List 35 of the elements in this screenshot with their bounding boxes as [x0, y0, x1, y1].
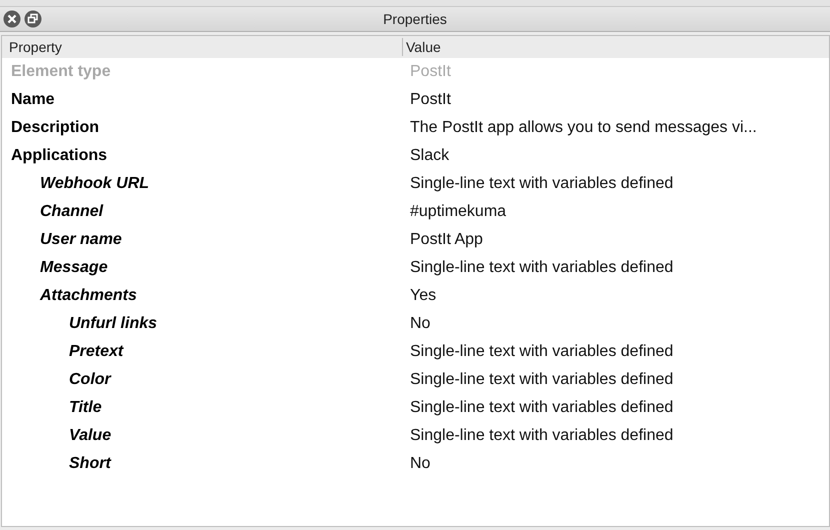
window-title: Properties: [383, 11, 447, 27]
property-value: Single-line text with variables defined: [409, 427, 674, 445]
property-value: Single-line text with variables defined: [409, 175, 674, 193]
property-value: No: [409, 455, 432, 473]
property-name: Attachments: [38, 287, 138, 305]
column-header[interactable]: Value: [402, 38, 829, 56]
close-icon[interactable]: [3, 10, 21, 28]
property-value: Single-line text with variables defined: [409, 343, 674, 361]
property-name: Value: [68, 427, 112, 445]
property-value: The PostIt app allows you to send messages vi...: [409, 119, 758, 137]
property-name: User name: [39, 231, 123, 249]
property-value: #uptimekuma: [409, 203, 508, 221]
property-name: Webhook URL: [39, 175, 150, 193]
property-name: Short: [68, 455, 112, 473]
property-value: Slack: [409, 147, 450, 165]
property-name: Name: [10, 91, 56, 109]
property-value: PostIt: [409, 63, 452, 81]
property-name: Description: [10, 119, 100, 137]
restore-icon[interactable]: [24, 10, 42, 28]
property-value: PostIt: [409, 91, 452, 109]
property-name: Applications: [10, 147, 108, 165]
property-value: Single-line text with variables defined: [409, 371, 674, 389]
property-value: Single-line text with variables defined: [409, 399, 674, 417]
property-value: PostIt App: [409, 231, 484, 249]
property-name: Pretext: [68, 343, 125, 361]
property-value: Yes: [409, 287, 438, 305]
property-name: Color: [68, 371, 112, 389]
property-name: Message: [39, 259, 109, 277]
property-name: Element type: [10, 63, 112, 81]
property-name: Unfurl links: [68, 315, 158, 333]
property-value: Single-line text with variables defined: [409, 259, 674, 277]
property-name: Channel: [39, 203, 104, 221]
property-name: Title: [68, 399, 103, 417]
column-header[interactable]: Property: [2, 38, 402, 56]
property-value: No: [409, 315, 432, 333]
